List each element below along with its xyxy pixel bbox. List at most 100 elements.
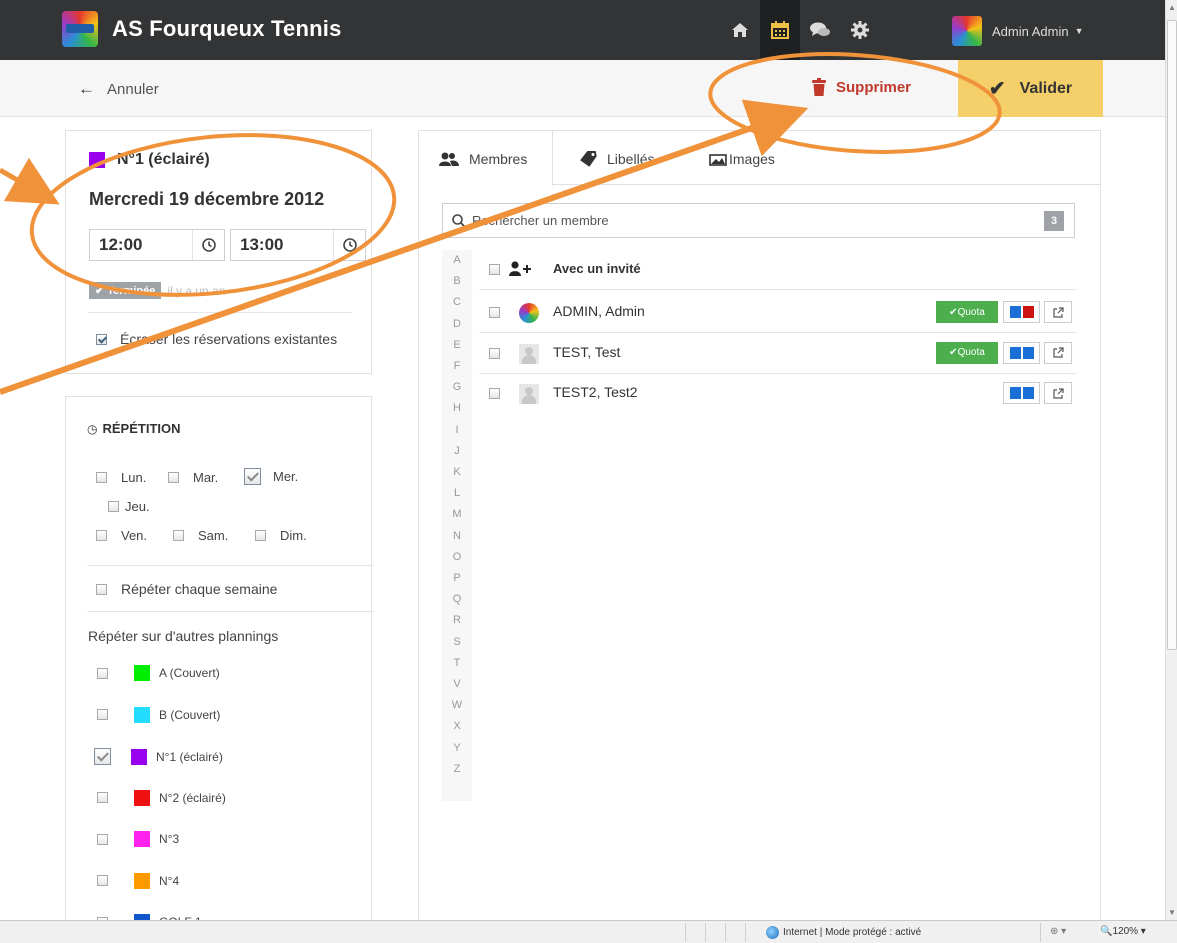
day-checkbox[interactable]	[173, 530, 184, 541]
alphabet-letter[interactable]: F	[442, 360, 472, 372]
home-icon[interactable]	[720, 0, 760, 60]
member-checkbox[interactable]	[489, 307, 500, 318]
member-row[interactable]: ADMIN, Admin ✔ Quota	[479, 293, 1077, 333]
alphabet-letter[interactable]: J	[442, 445, 472, 457]
member-row[interactable]: TEST, Test ✔ Quota	[479, 334, 1077, 374]
planning-option[interactable]: N°2 (éclairé)	[97, 789, 226, 806]
alphabet-letter[interactable]: V	[442, 678, 472, 690]
alphabet-letter[interactable]: I	[442, 424, 472, 436]
alphabet-letter[interactable]: G	[442, 381, 472, 393]
planning-label: N°2 (éclairé)	[159, 790, 226, 805]
planning-option[interactable]: A (Couvert)	[97, 665, 220, 681]
calendar-icon[interactable]	[760, 0, 800, 60]
repeat-weekly-checkbox[interactable]	[96, 583, 107, 595]
planning-checkbox[interactable]	[97, 833, 108, 845]
planning-option[interactable]: N°1 (éclairé)	[94, 748, 223, 765]
planning-option[interactable]: N°3	[97, 831, 179, 847]
repeat-weekly-option[interactable]: Répéter chaque semaine	[96, 581, 277, 597]
divider	[725, 923, 726, 942]
gear-icon[interactable]	[840, 0, 880, 60]
planning-checkbox[interactable]	[97, 667, 108, 679]
external-link-icon[interactable]	[1044, 382, 1072, 404]
scroll-down-icon[interactable]: ▼	[1168, 908, 1176, 917]
delete-button[interactable]: Supprimer	[812, 78, 911, 96]
alphabet-letter[interactable]: K	[442, 466, 472, 478]
member-color-button[interactable]	[1003, 301, 1040, 323]
alphabet-letter[interactable]: N	[442, 530, 472, 542]
quota-button[interactable]: ✔ Quota	[936, 301, 998, 323]
search-icon	[452, 213, 466, 228]
day-tuesday[interactable]: Mar.	[168, 470, 218, 485]
security-zone[interactable]: Internet | Mode protégé : activé	[766, 926, 921, 939]
guest-checkbox[interactable]	[489, 264, 500, 275]
arrow-left-icon: ←	[78, 79, 95, 98]
external-link-icon[interactable]	[1044, 341, 1072, 364]
alphabet-letter[interactable]: S	[442, 636, 472, 648]
tab-labels[interactable]: Libellés	[577, 131, 654, 186]
alphabet-letter[interactable]: Y	[442, 742, 472, 754]
day-sunday[interactable]: Dim.	[255, 528, 307, 543]
quota-button[interactable]: ✔ Quota	[936, 341, 998, 364]
day-saturday[interactable]: Sam.	[173, 528, 228, 543]
day-checkbox[interactable]	[168, 472, 179, 483]
day-monday[interactable]: Lun.	[96, 470, 146, 485]
member-checkbox[interactable]	[489, 347, 500, 359]
alphabet-letter[interactable]: O	[442, 551, 472, 563]
member-color-button[interactable]	[1003, 382, 1040, 404]
planning-option[interactable]: B (Couvert)	[97, 706, 220, 723]
day-checkbox[interactable]	[108, 501, 119, 512]
scroll-thumb[interactable]	[1167, 20, 1177, 650]
zoom-level[interactable]: 🔍120% ▾	[1100, 926, 1146, 937]
external-link-icon[interactable]	[1044, 301, 1072, 323]
day-checkbox[interactable]	[96, 530, 107, 541]
planning-checkbox[interactable]	[97, 709, 108, 720]
alphabet-letter[interactable]: W	[442, 699, 472, 711]
cancel-button[interactable]: ← Annuler	[78, 79, 159, 99]
alphabet-letter[interactable]: Z	[442, 763, 472, 775]
validate-button[interactable]: ✔ Valider	[958, 60, 1103, 117]
day-thursday[interactable]: Jeu.	[108, 499, 150, 514]
guest-row[interactable]: Avec un invité	[479, 250, 1077, 290]
window-scrollbar[interactable]: ▲ ▼	[1165, 0, 1177, 920]
alphabet-letter[interactable]: B	[442, 275, 472, 287]
clock-icon[interactable]	[192, 230, 224, 260]
alphabet-letter[interactable]: X	[442, 720, 472, 732]
alphabet-letter[interactable]: D	[442, 318, 472, 330]
day-friday[interactable]: Ven.	[96, 528, 147, 543]
member-checkbox[interactable]	[489, 388, 500, 399]
tab-members[interactable]: Membres	[419, 131, 553, 186]
court-title: N°1 (éclairé)	[89, 151, 210, 169]
alphabet-letter[interactable]: Q	[442, 593, 472, 605]
user-menu[interactable]: Admin Admin ▼	[952, 16, 1084, 46]
protection-icon[interactable]: ⊕ ▾	[1050, 926, 1066, 937]
comments-icon[interactable]	[800, 0, 840, 60]
planning-checkbox[interactable]	[94, 748, 111, 765]
clock-icon[interactable]	[333, 230, 365, 260]
scroll-up-icon[interactable]: ▲	[1168, 3, 1176, 12]
member-color-button[interactable]	[1003, 341, 1040, 364]
day-wednesday[interactable]: Mer.	[244, 468, 298, 485]
alphabet-letter[interactable]: M	[442, 508, 472, 520]
alphabet-letter[interactable]: R	[442, 614, 472, 626]
planning-option[interactable]: N°4	[97, 872, 179, 889]
day-checkbox[interactable]	[96, 472, 107, 483]
alphabet-letter[interactable]: T	[442, 657, 472, 669]
day-checkbox[interactable]	[244, 468, 261, 485]
overwrite-checkbox[interactable]	[96, 333, 107, 345]
planning-checkbox[interactable]	[97, 792, 108, 803]
brand[interactable]: AS Fourqueux Tennis	[62, 11, 342, 47]
alphabet-letter[interactable]: H	[442, 402, 472, 414]
day-checkbox[interactable]	[255, 530, 266, 541]
member-row[interactable]: TEST2, Test2	[479, 374, 1077, 414]
end-time-field[interactable]: 13:00	[230, 229, 366, 261]
planning-checkbox[interactable]	[97, 875, 108, 886]
overwrite-option[interactable]: Écraser les réservations existantes	[96, 331, 337, 347]
search-input[interactable]	[472, 213, 1044, 228]
alphabet-letter[interactable]: E	[442, 339, 472, 351]
tab-images[interactable]: Images	[709, 131, 775, 186]
alphabet-letter[interactable]: C	[442, 296, 472, 308]
alphabet-letter[interactable]: P	[442, 572, 472, 584]
start-time-field[interactable]: 12:00	[89, 229, 225, 261]
alphabet-letter[interactable]: L	[442, 487, 472, 499]
alphabet-letter[interactable]: A	[442, 254, 472, 266]
